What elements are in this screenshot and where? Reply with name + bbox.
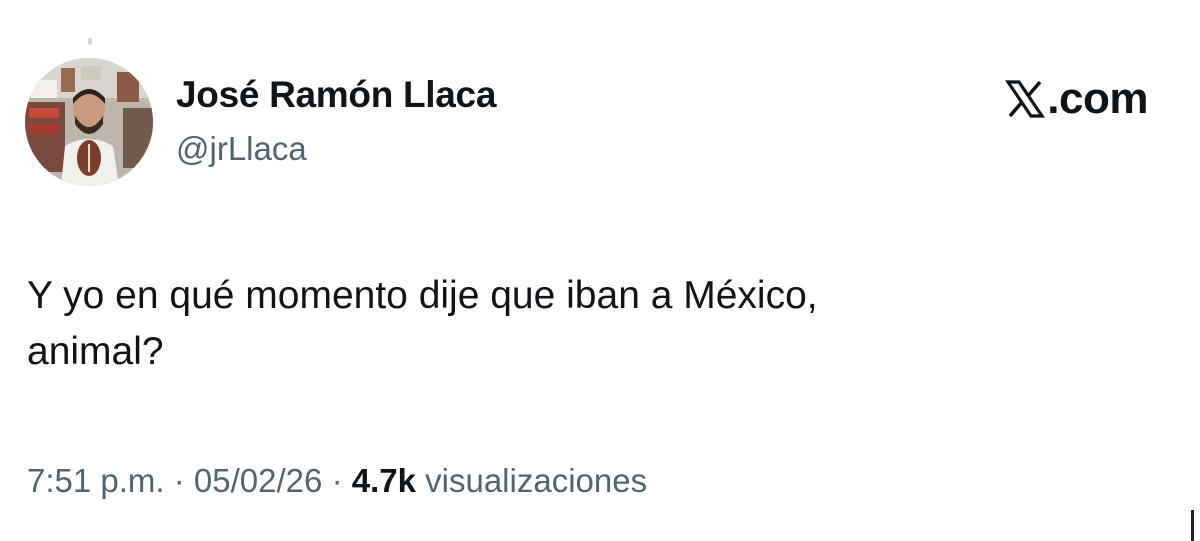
edge-divider [1191,510,1194,541]
author-handle[interactable]: @jrLlaca [176,130,307,168]
meta-separator: · [331,462,343,499]
tweet-metadata: 7:51 p.m. · 05/02/26 · 4.7k visualizacio… [27,462,647,500]
author-display-name[interactable]: José Ramón Llaca [176,74,496,116]
scroll-indicator [88,38,92,45]
x-com-watermark: .com [1005,74,1148,124]
views-label: visualizaciones [425,462,648,499]
avatar-photo [25,58,153,186]
brand-domain-label: .com [1047,74,1148,123]
tweet-text: Y yo en qué momento dije que iban a Méxi… [27,274,818,373]
tweet-date[interactable]: 05/02/26 [194,462,322,499]
avatar[interactable] [25,58,153,186]
views-count[interactable]: 4.7k [352,462,416,499]
meta-separator: · [173,462,185,499]
tweet-time[interactable]: 7:51 p.m. [27,462,165,499]
x-logo-icon [1005,79,1046,119]
tweet-card: José Ramón Llaca @jrLlaca .com Y yo en q… [0,0,1200,541]
